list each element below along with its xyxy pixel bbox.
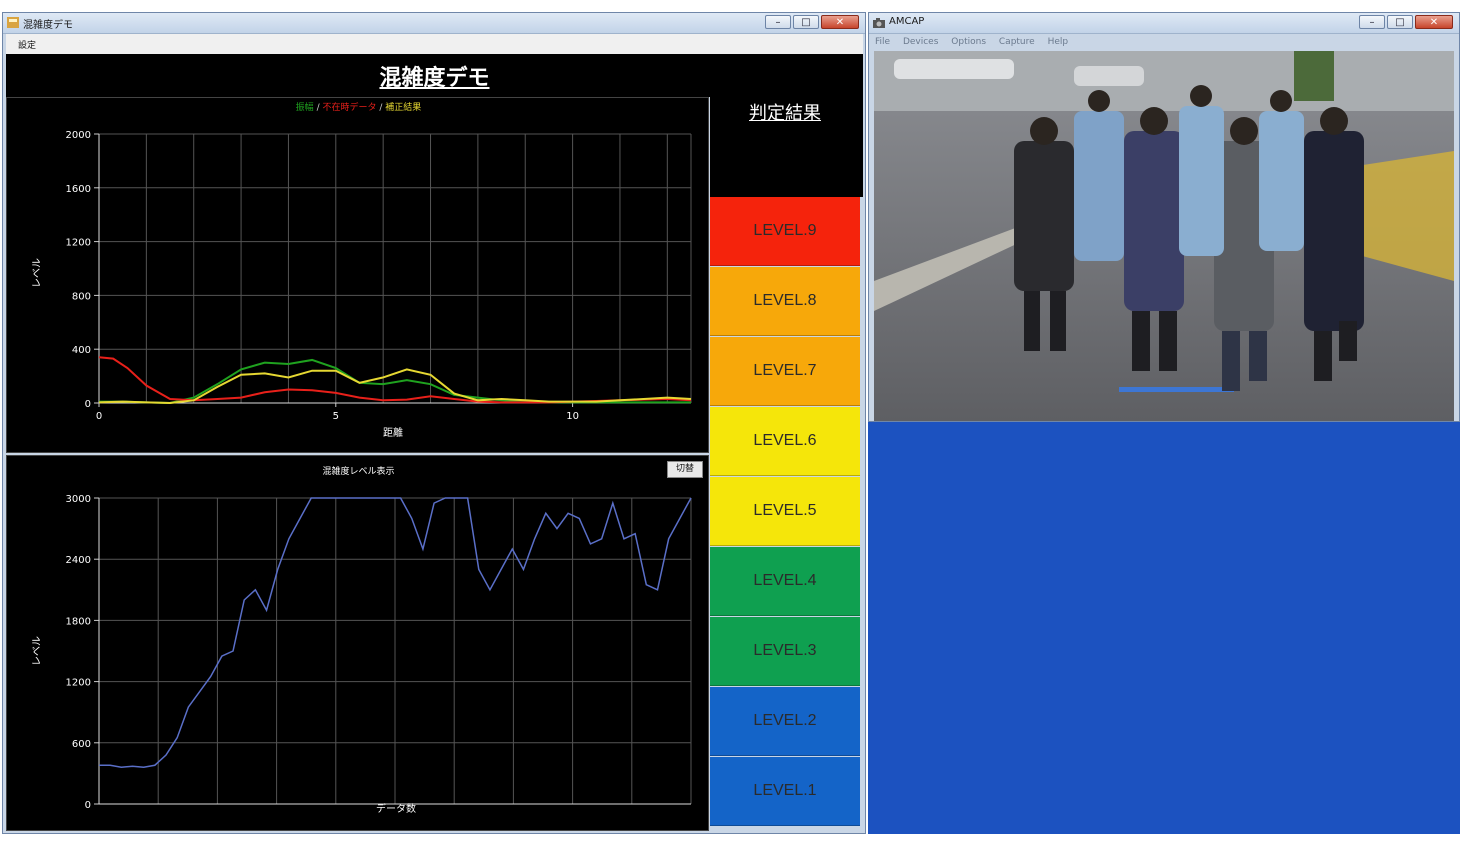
level-8: LEVEL.8 <box>710 267 860 336</box>
close-button[interactable]: ✕ <box>821 15 859 29</box>
menu-settings[interactable]: 設定 <box>18 38 36 51</box>
y-axis-label: レベル <box>31 258 43 288</box>
level-chart-panel: 混雑度レベル表示 切替 レベル データ数 3000 2400 1800 1200 600… <box>6 455 709 831</box>
amcap-frame: AMCAP – □ ✕ File Devices Options Capture… <box>868 12 1460 422</box>
y-tick-label: 0 <box>85 399 91 410</box>
level-3: LEVEL.3 <box>710 617 860 686</box>
y-tick-label: 3000 <box>66 494 91 505</box>
menu-capture[interactable]: Capture <box>999 37 1035 47</box>
level-5: LEVEL.5 <box>710 477 860 546</box>
menu-file[interactable]: File <box>875 37 890 47</box>
maximize-button[interactable]: □ <box>793 15 819 29</box>
level-4: LEVEL.4 <box>710 547 860 616</box>
menu-help[interactable]: Help <box>1048 37 1069 47</box>
menu-devices[interactable]: Devices <box>903 37 938 47</box>
x-axis-label: 距離 <box>383 426 403 439</box>
level-6: LEVEL.6 <box>710 407 860 476</box>
y-tick-label: 800 <box>72 291 91 302</box>
y-tick-label: 1200 <box>66 678 91 689</box>
distance-chart-panel: 振幅 / 不在時データ / 補正結果 レベル 距離 2000 1600 1200 80… <box>6 97 709 453</box>
result-heading: 判定結果 <box>749 103 821 124</box>
y-tick-label: 2000 <box>66 130 91 141</box>
window-title: 混雑度デモ <box>23 20 73 31</box>
level-7: LEVEL.7 <box>710 337 860 406</box>
y-tick-label: 600 <box>72 739 91 750</box>
maximize-button[interactable]: □ <box>1387 15 1413 29</box>
x-tick-label: 10 <box>566 411 579 422</box>
level-9: LEVEL.9 <box>710 197 860 266</box>
camera-icon <box>873 18 885 28</box>
app-heading: 混雑度デモ <box>379 66 490 91</box>
series-line-不在時データ <box>98 356 692 404</box>
minimize-button[interactable]: – <box>765 15 791 29</box>
x-tick-label: 0 <box>96 411 102 422</box>
amcap-window: AMCAP – □ ✕ File Devices Options Capture… <box>868 12 1460 834</box>
y-tick-label: 1200 <box>66 238 91 249</box>
header-area: 混雑度デモ <box>6 54 863 97</box>
level-2: LEVEL.2 <box>710 687 860 756</box>
level-1: LEVEL.1 <box>710 757 860 826</box>
y-tick-label: 1800 <box>66 616 91 627</box>
close-button[interactable]: ✕ <box>1415 15 1453 29</box>
y-axis-label: レベル <box>31 636 43 666</box>
menu-options[interactable]: Options <box>951 37 986 47</box>
demo-titlebar[interactable]: 混雑度デモ – □ ✕ <box>3 13 865 34</box>
amcap-menu-bar: File Devices Options Capture Help <box>875 37 1078 47</box>
distance-line-chart: レベル 距離 2000 1600 1200 800 400 00 5 10 <box>31 130 692 439</box>
x-tick-label: 5 <box>333 411 339 422</box>
congestion-level-chart: レベル データ数 30002400180012006000 <box>31 494 692 815</box>
demo-window: 混雑度デモ – □ ✕ 設定 混雑度デモ 振幅 / 不在時データ / 補正結果 … <box>2 12 866 834</box>
y-tick-label: 400 <box>72 345 91 356</box>
series-line-振幅 <box>99 358 691 405</box>
app-icon <box>7 17 19 28</box>
y-tick-label: 1600 <box>66 184 91 195</box>
y-tick-label: 2400 <box>66 555 91 566</box>
amcap-titlebar[interactable]: AMCAP – □ ✕ <box>869 13 1459 34</box>
result-panel: 判定結果 <box>710 97 863 197</box>
menu-bar: 設定 <box>6 34 863 54</box>
amcap-title: AMCAP <box>889 16 925 27</box>
camera-preview <box>874 51 1454 421</box>
minimize-button[interactable]: – <box>1359 15 1385 29</box>
y-tick-label: 0 <box>85 800 91 811</box>
level-indicator-stack: LEVEL.9 LEVEL.8 LEVEL.7 LEVEL.6 LEVEL.5 … <box>710 197 860 829</box>
